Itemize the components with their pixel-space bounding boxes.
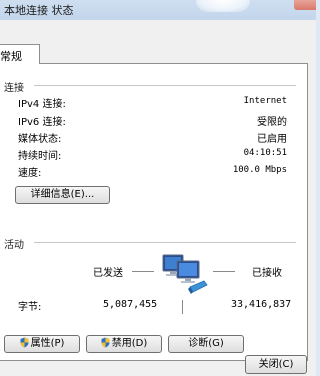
sent-line (132, 271, 154, 272)
duration-value: 04:10:51 (243, 148, 287, 158)
bytes-sent-value: 5,087,455 (103, 299, 158, 310)
ipv6-label: IPv6 连接: (18, 117, 66, 128)
received-label: 已接收 (252, 268, 282, 279)
media-state-label: 媒体状态: (18, 134, 62, 145)
tab-general[interactable]: 常规 (0, 44, 40, 64)
diagnose-button[interactable]: 诊断(G) (168, 335, 244, 353)
disable-button-label: 禁用(D) (111, 338, 148, 349)
duration-label: 持续时间: (18, 151, 62, 162)
title-bar-glow (196, 0, 250, 12)
status-dialog: 常规 连接 IPv4 连接: Internet IPv6 连接: 受限的 媒体状… (0, 20, 316, 376)
window-title: 本地连接 状态 (4, 4, 74, 17)
connection-divider (34, 85, 296, 86)
general-panel: 连接 IPv4 连接: Internet IPv6 连接: 受限的 媒体状态: … (0, 63, 308, 361)
close-button[interactable]: 关闭(C) (245, 355, 307, 374)
speed-label: 速度: (18, 168, 42, 179)
speed-value: 100.0 Mbps (232, 165, 287, 175)
bytes-received-value: 33,416,837 (231, 299, 292, 310)
title-bar: 本地连接 状态 (0, 0, 316, 20)
ipv4-label: IPv4 连接: (18, 99, 66, 110)
network-computers-icon (162, 254, 208, 294)
bytes-label: 字节: (18, 302, 42, 313)
details-button[interactable]: 详细信息(E)... (15, 186, 110, 204)
ipv6-value: 受限的 (257, 117, 287, 128)
received-line (213, 271, 235, 272)
activity-divider (34, 242, 296, 243)
bytes-divider-line (182, 300, 183, 314)
ipv4-value: Internet (243, 96, 287, 106)
uac-shield-icon (101, 337, 110, 348)
media-state-value: 已启用 (257, 134, 287, 145)
connection-section-label: 连接 (4, 83, 24, 94)
disable-button[interactable]: 禁用(D) (86, 335, 162, 353)
activity-section-label: 活动 (4, 240, 24, 251)
close-window-button[interactable] (294, 0, 316, 10)
properties-button-label: 属性(P) (30, 338, 65, 349)
uac-shield-icon (20, 337, 29, 348)
sent-label: 已发送 (93, 268, 123, 279)
properties-button[interactable]: 属性(P) (4, 335, 80, 353)
tab-general-label: 常规 (0, 50, 22, 63)
